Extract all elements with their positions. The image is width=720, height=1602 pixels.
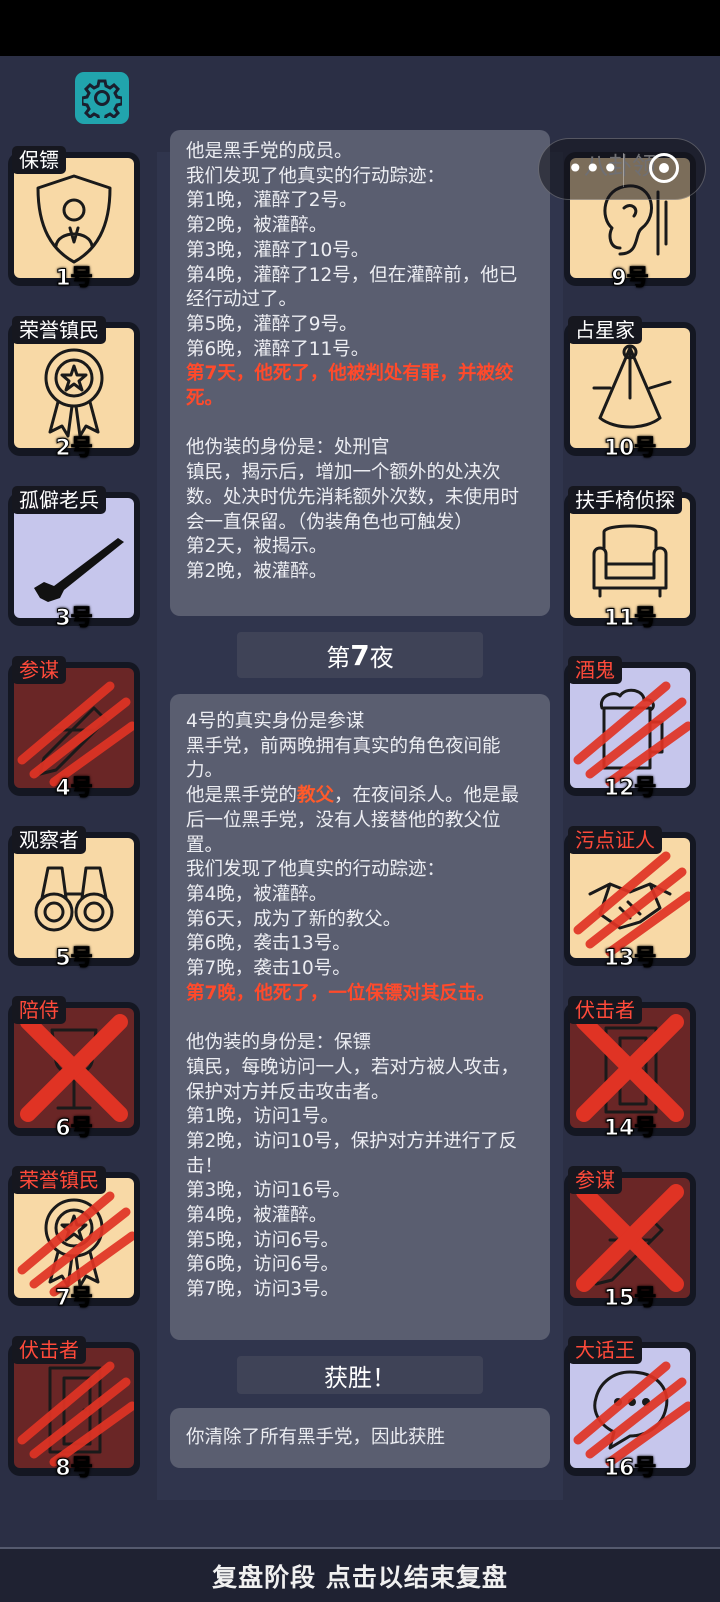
log-line: 第5晚，灌醉了9号。 — [186, 313, 358, 335]
player-number: 6号 — [55, 1116, 93, 1142]
player-number: 10号 — [603, 436, 657, 462]
log-line: 第4晚，灌醉了12号，但在灌醉前，他已经行动过了。 — [186, 264, 518, 311]
role-label: 陪侍 — [12, 996, 66, 1024]
player-card-14号[interactable]: 伏击者 14号 — [560, 996, 696, 1142]
player-card-4号[interactable]: 参谋 4号 — [4, 656, 140, 802]
settings-button[interactable] — [75, 72, 129, 124]
status-bar — [0, 0, 720, 56]
night-header: 第7夜 — [237, 632, 483, 678]
log-line: 第4晚，被灌醉。 — [186, 1205, 328, 1227]
log-line: 第4晚，被灌醉。 — [186, 883, 328, 905]
disguise-desc: 镇民，揭示后，增加一个额外的处决次数。处决时优先消耗额外次数，未使用时会一直保留… — [186, 462, 520, 533]
player-number: 12号 — [603, 776, 657, 802]
death-line: 第7天，他死了，他被判处有罪，并被绞死。 — [186, 363, 514, 410]
gear-icon — [82, 79, 122, 118]
role-label: 扶手椅侦探 — [568, 486, 682, 514]
disguise-title: 他伪装的身份是：处刑官 — [186, 437, 390, 459]
player-card-7号[interactable]: 荣誉镇民 7号 — [4, 1166, 140, 1312]
disguise-title: 他伪装的身份是：保镖 — [186, 1032, 372, 1054]
role-label: 荣誉镇民 — [12, 1166, 106, 1194]
log-line: 我们发现了他真实的行动踪迹： — [186, 859, 446, 881]
player-number: 9号 — [611, 266, 649, 292]
log-gap — [186, 412, 534, 437]
player-card-11号[interactable]: 扶手椅侦探 11号 — [560, 486, 696, 632]
log-line: 第2晚，被灌醉。 — [186, 560, 328, 582]
player-number: 5号 — [55, 946, 93, 972]
log-line: 第7晚，访问3号。 — [186, 1279, 340, 1301]
log-line: 第6晚，灌醉了11号。 — [186, 338, 370, 360]
log-line: 第5晚，访问6号。 — [186, 1229, 340, 1251]
log-line: 第6晚，访问6号。 — [186, 1254, 340, 1276]
player-number: 1号 — [55, 266, 93, 292]
role-label: 参谋 — [12, 656, 66, 684]
log-line: 第6天，成为了新的教父。 — [186, 908, 402, 930]
end-review-button[interactable]: 复盘阶段 点击以结束复盘 — [0, 1547, 720, 1602]
victory-card: 你清除了所有黑手党，因此获胜 — [170, 1408, 550, 1468]
mini-program-capsule[interactable]: ••• — [538, 138, 706, 200]
player-number: 7号 — [55, 1286, 93, 1312]
log-line: 第2晚，被灌醉。 — [186, 215, 328, 237]
disguise-desc: 镇民，每晚访问一人，若对方被人攻击，保护对方并反击攻击者。 — [186, 1056, 520, 1103]
log-line: 第2晚，访问10号，保护对方并进行了反击！ — [186, 1130, 518, 1177]
death-line: 第7晚，他死了，一位保镖对其反击。 — [186, 982, 495, 1004]
role-label: 孤僻老兵 — [12, 486, 106, 514]
player-card-13号[interactable]: 污点证人 13号 — [560, 826, 696, 972]
player-number: 15号 — [603, 1286, 657, 1312]
victory-header: 获胜！ — [237, 1356, 483, 1394]
log-line: 他是黑手党的成员。 — [186, 141, 353, 162]
role-label: 大话王 — [568, 1336, 642, 1364]
player-card-3号[interactable]: 孤僻老兵 3号 — [4, 486, 140, 632]
player-card-6号[interactable]: 陪侍 6号 — [4, 996, 140, 1142]
log-line: 第1晚，灌醉了2号。 — [186, 190, 358, 212]
player-number: 11号 — [603, 606, 657, 632]
identity-line: 4号的真实身份是参谋 — [186, 711, 365, 732]
log-card-2: 4号的真实身份是参谋黑手党，前两晚拥有真实的角色夜间能力。 他是黑手党的教父，在夜… — [170, 694, 550, 1340]
log-card-1: 他是黑手党的成员。我们发现了他真实的行动踪迹： 第1晚，灌醉了2号。 第2晚，被灌醉… — [170, 130, 550, 616]
player-number: 3号 — [55, 606, 93, 632]
role-label: 伏击者 — [12, 1336, 86, 1364]
godfather-line: 他是黑手党的教父，在夜间杀人。他是最后一位黑手党，没有人接替他的教父位置。 — [186, 784, 534, 858]
role-label: 观察者 — [12, 826, 86, 854]
log-text: 他是黑手党的 — [186, 785, 298, 807]
player-card-5号[interactable]: 观察者 5号 — [4, 826, 140, 972]
role-label: 保镖 — [12, 146, 66, 174]
player-card-2号[interactable]: 荣誉镇民 2号 — [4, 316, 140, 462]
player-number: 14号 — [603, 1116, 657, 1142]
godfather-keyword: 教父 — [297, 785, 335, 807]
role-desc: 黑手党，前两晚拥有真实的角色夜间能力。 — [186, 735, 501, 782]
role-label: 占星家 — [568, 316, 642, 344]
player-card-12号[interactable]: 酒鬼 12号 — [560, 656, 696, 802]
player-card-10号[interactable]: 占星家 10号 — [560, 316, 696, 462]
player-card-1号[interactable]: 保镖 1号 — [4, 146, 140, 292]
player-card-16号[interactable]: 大话王 16号 — [560, 1336, 696, 1482]
more-icon[interactable]: ••• — [567, 155, 620, 183]
player-number: 8号 — [55, 1456, 93, 1482]
role-label: 污点证人 — [568, 826, 662, 854]
player-number: 2号 — [55, 436, 93, 462]
player-card-15号[interactable]: 参谋 15号 — [560, 1166, 696, 1312]
close-icon[interactable] — [649, 153, 679, 183]
role-label: 参谋 — [568, 1166, 622, 1194]
log-line: 第1晚，访问1号。 — [186, 1106, 340, 1128]
role-label: 酒鬼 — [568, 656, 622, 684]
player-card-8号[interactable]: 伏击者 8号 — [4, 1336, 140, 1482]
role-label: 荣誉镇民 — [12, 316, 106, 344]
log-line: 第3晚，访问16号。 — [186, 1180, 351, 1202]
log-line: 第2天，被揭示。 — [186, 536, 328, 558]
log-gap — [186, 1006, 534, 1031]
victory-message: 你清除了所有黑手党，因此获胜 — [186, 1426, 446, 1448]
capsule-divider — [623, 153, 624, 187]
player-number: 16号 — [603, 1456, 657, 1482]
log-line: 我们发现了他真实的行动踪迹： — [186, 165, 446, 187]
log-line: 第6晚，袭击13号。 — [186, 933, 351, 955]
player-number: 13号 — [603, 946, 657, 972]
log-line: 第3晚，灌醉了10号。 — [186, 239, 370, 261]
log-line: 第7晚，袭击10号。 — [186, 958, 351, 980]
player-number: 4号 — [55, 776, 93, 802]
role-label: 伏击者 — [568, 996, 642, 1024]
